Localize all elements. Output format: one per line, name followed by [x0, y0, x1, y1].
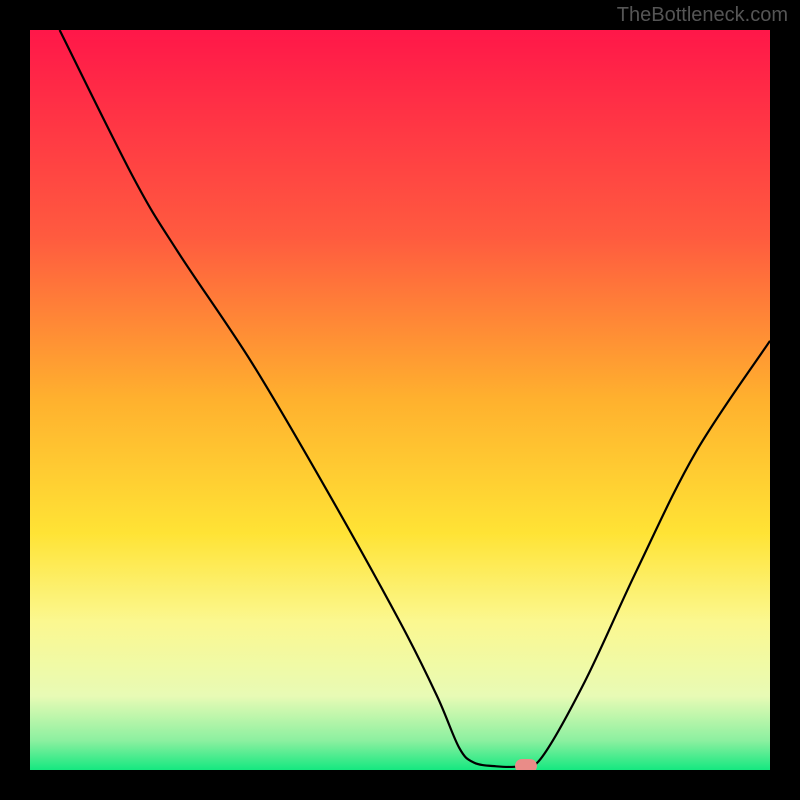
- plot-area: [30, 30, 770, 770]
- optimal-marker: [515, 759, 537, 770]
- watermark-text: TheBottleneck.com: [617, 4, 788, 27]
- bottleneck-curve: [30, 30, 770, 770]
